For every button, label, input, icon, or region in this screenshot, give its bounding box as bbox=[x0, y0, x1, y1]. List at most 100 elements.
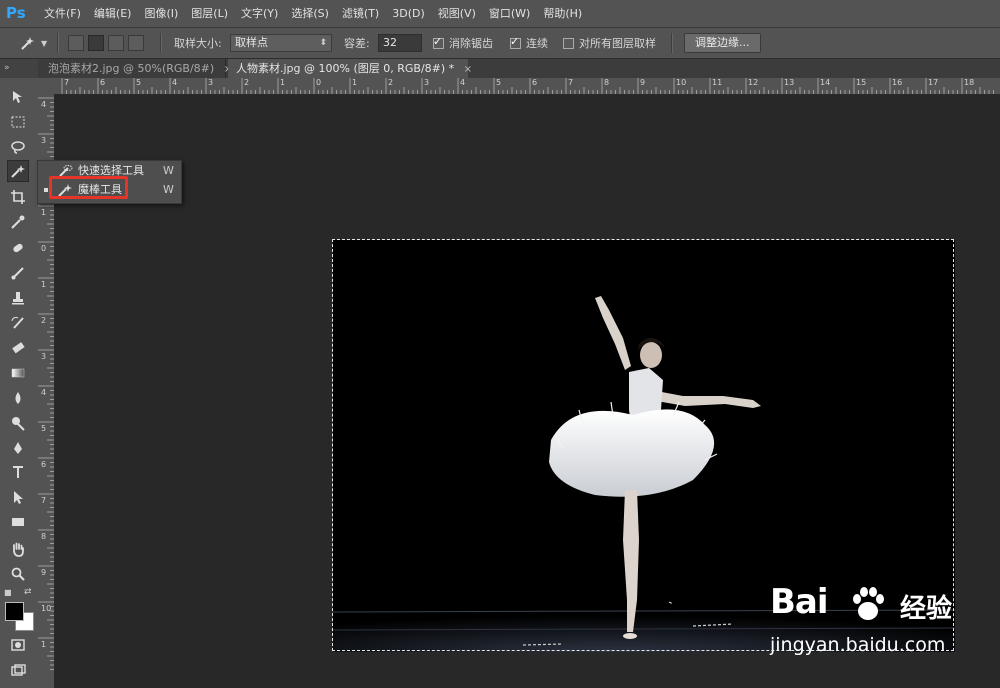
swap-colors-control[interactable]: ■ ⇄ bbox=[4, 587, 34, 602]
foreground-color-swatch[interactable] bbox=[5, 602, 24, 621]
dodge-tool[interactable] bbox=[7, 412, 29, 434]
ruler-label: 16 bbox=[892, 78, 903, 87]
crop-tool[interactable] bbox=[7, 186, 29, 208]
tolerance-input[interactable]: 32 bbox=[378, 34, 422, 52]
magic-wand-tool[interactable] bbox=[7, 160, 29, 182]
menu-file[interactable]: 文件(F) bbox=[38, 0, 87, 27]
close-icon[interactable]: × bbox=[464, 64, 472, 75]
ruler-label: 7 bbox=[41, 496, 47, 505]
tool-preset-picker[interactable]: ▼ bbox=[18, 28, 47, 58]
app-logo: Ps bbox=[6, 4, 26, 22]
collapse-panel-icon[interactable]: » bbox=[0, 59, 38, 78]
ruler-label: 10 bbox=[676, 78, 687, 87]
screen-mode-button[interactable] bbox=[7, 660, 29, 682]
ruler-label: 9 bbox=[640, 78, 646, 87]
ruler-label: 1 bbox=[41, 208, 47, 217]
menu-3d[interactable]: 3D(D) bbox=[386, 0, 431, 27]
options-bar: ▼ 取样大小: 取样点 ⬍ 容差: 32 消除锯齿 连续 对所有图层取样 调整边… bbox=[0, 28, 1000, 59]
blur-tool[interactable] bbox=[7, 387, 29, 409]
refine-edge-button[interactable]: 调整边缘... bbox=[684, 33, 761, 53]
ruler-label: 15 bbox=[856, 78, 867, 87]
chevron-down-icon: ▼ bbox=[41, 38, 48, 48]
healing-brush-tool[interactable] bbox=[7, 237, 29, 259]
annotation-highlight-box bbox=[49, 176, 128, 199]
ruler-label: 3 bbox=[424, 78, 430, 87]
move-icon bbox=[13, 91, 22, 103]
subtract-selection-button[interactable] bbox=[108, 35, 124, 51]
tolerance-label: 容差: bbox=[344, 37, 370, 50]
menu-type[interactable]: 文字(Y) bbox=[235, 0, 284, 27]
ruler-label: 4 bbox=[41, 100, 47, 109]
dodge-icon bbox=[12, 417, 25, 431]
paw-logo-icon bbox=[853, 587, 884, 620]
path-selection-tool[interactable] bbox=[7, 486, 29, 508]
ruler-label: 7 bbox=[64, 78, 70, 87]
brush-tool[interactable] bbox=[7, 262, 29, 284]
menu-image[interactable]: 图像(I) bbox=[138, 0, 184, 27]
hand-tool[interactable] bbox=[7, 538, 29, 560]
menu-select[interactable]: 选择(S) bbox=[285, 0, 335, 27]
ruler-label: 0 bbox=[41, 244, 47, 253]
horizontal-ruler[interactable]: 7 6 5 4 3 2 1 0 1 2 3 4 5 6 7 8 9 10 11 12 13 14 15 16 17 18 bbox=[39, 78, 1000, 95]
history-brush-tool[interactable] bbox=[7, 312, 29, 334]
tab-bubble-material[interactable]: 泡泡素材2.jpg @ 50%(RGB/8#) × bbox=[40, 59, 232, 78]
checkbox-unchecked-icon bbox=[563, 37, 574, 49]
type-icon bbox=[13, 466, 23, 478]
checkbox-checked-icon bbox=[510, 35, 521, 49]
menu-filter[interactable]: 滤镜(T) bbox=[336, 0, 385, 27]
marquee-tool[interactable] bbox=[7, 111, 29, 133]
eraser-tool[interactable] bbox=[7, 337, 29, 359]
clone-stamp-tool[interactable] bbox=[7, 287, 29, 309]
gradient-tool[interactable] bbox=[7, 362, 29, 384]
ruler-label: 3 bbox=[41, 136, 47, 145]
antialias-checkbox[interactable]: 消除锯齿 bbox=[433, 28, 493, 58]
ruler-label: 14 bbox=[820, 78, 831, 87]
ruler-label: 2 bbox=[41, 316, 47, 325]
tab-person-material[interactable]: 人物素材.jpg @ 100% (图层 0, RGB/8#) * × bbox=[228, 59, 472, 78]
watermark-url: jingyan.baidu.com bbox=[770, 634, 946, 656]
ruler-label: 2 bbox=[244, 78, 250, 87]
pen-tool[interactable] bbox=[7, 437, 29, 459]
ruler-label: 1 bbox=[41, 280, 47, 289]
ruler-label: 6 bbox=[532, 78, 538, 87]
add-to-selection-button[interactable] bbox=[88, 35, 104, 51]
marquee-icon bbox=[11, 116, 25, 128]
pen-icon bbox=[14, 442, 22, 454]
new-selection-button[interactable] bbox=[68, 35, 84, 51]
sample-all-layers-checkbox[interactable]: 对所有图层取样 bbox=[563, 28, 656, 58]
ruler-label: 9 bbox=[41, 568, 47, 577]
contiguous-checkbox[interactable]: 连续 bbox=[510, 28, 548, 58]
sample-size-label: 取样大小: bbox=[174, 37, 222, 50]
screen-mode-icon bbox=[11, 664, 26, 676]
baidu-jingyan-watermark: Bai du 经验 jingyan.baidu.com bbox=[770, 582, 990, 672]
watermark-brand-cn: 经验 bbox=[900, 594, 953, 624]
ruler-label: 1 bbox=[352, 78, 358, 87]
ruler-label: 4 bbox=[172, 78, 178, 87]
ruler-label: 6 bbox=[41, 460, 47, 469]
lasso-tool[interactable] bbox=[7, 136, 29, 158]
ruler-label: 2 bbox=[388, 78, 394, 87]
ruler-label: 7 bbox=[568, 78, 574, 87]
menu-help[interactable]: 帮助(H) bbox=[537, 0, 588, 27]
default-colors-icon: ■ bbox=[4, 588, 12, 597]
eyedropper-tool[interactable] bbox=[7, 211, 29, 233]
rectangle-icon bbox=[12, 518, 24, 526]
crop-icon bbox=[11, 190, 25, 204]
magic-wand-icon bbox=[11, 165, 25, 178]
ruler-label: 5 bbox=[496, 78, 502, 87]
menu-bar: Ps 文件(F) 编辑(E) 图像(I) 图层(L) 文字(Y) 选择(S) 滤… bbox=[0, 0, 1000, 28]
move-tool[interactable] bbox=[7, 86, 29, 108]
quick-mask-button[interactable] bbox=[7, 634, 29, 656]
document-tab-bar: 泡泡素材2.jpg @ 50%(RGB/8#) × 人物素材.jpg @ 100… bbox=[0, 59, 1000, 78]
type-tool[interactable] bbox=[7, 461, 29, 483]
rectangle-tool[interactable] bbox=[7, 511, 29, 533]
intersect-selection-button[interactable] bbox=[128, 35, 144, 51]
sample-size-select[interactable]: 取样点 ⬍ bbox=[230, 34, 332, 52]
zoom-tool[interactable] bbox=[7, 563, 29, 585]
menu-view[interactable]: 视图(V) bbox=[432, 0, 482, 27]
menu-window[interactable]: 窗口(W) bbox=[483, 0, 536, 27]
menu-edit[interactable]: 编辑(E) bbox=[88, 0, 138, 27]
menu-layer[interactable]: 图层(L) bbox=[185, 0, 234, 27]
watermark-brand-bai: Bai bbox=[770, 582, 829, 622]
ruler-label: 12 bbox=[748, 78, 759, 87]
